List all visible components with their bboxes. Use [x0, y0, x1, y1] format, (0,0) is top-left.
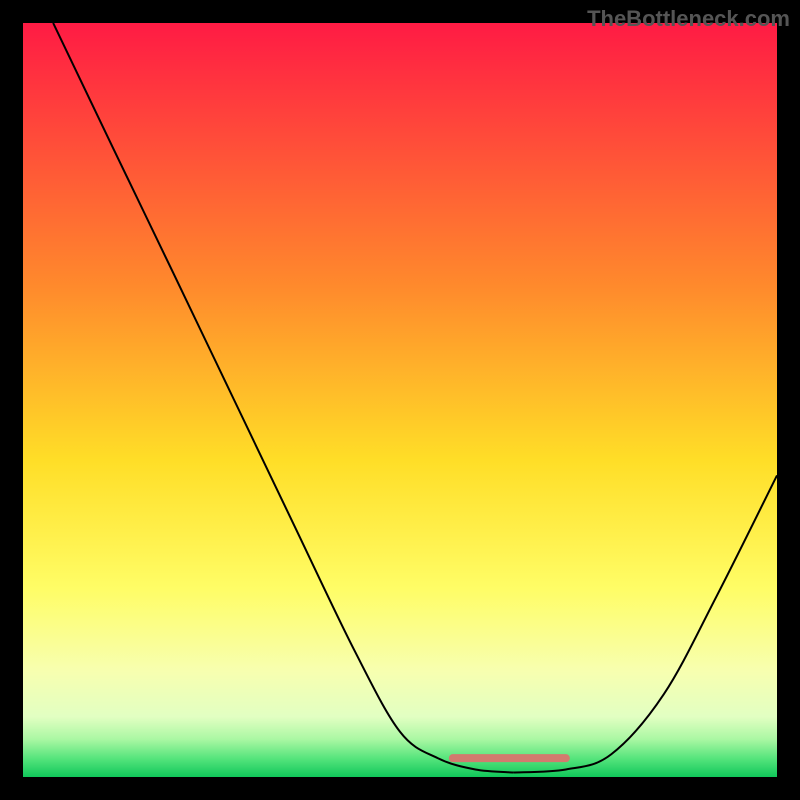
chart-container: TheBottleneck.com: [0, 0, 800, 800]
plot-svg: [23, 23, 777, 777]
plot-area: [23, 23, 777, 777]
gradient-background: [23, 23, 777, 777]
watermark-text: TheBottleneck.com: [587, 6, 790, 32]
